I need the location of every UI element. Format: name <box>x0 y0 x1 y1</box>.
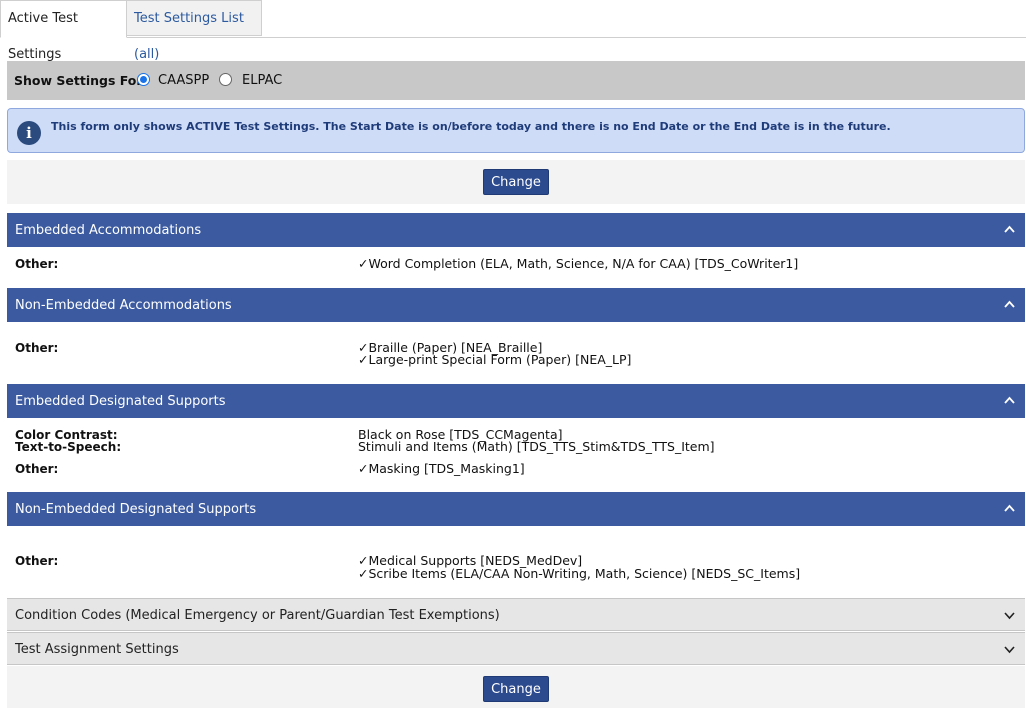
show-settings-label: Show Settings For: <box>14 73 148 88</box>
chevron-down-icon <box>1004 646 1015 654</box>
chevron-up-icon <box>1004 504 1015 512</box>
section-title: Non-Embedded Accommodations <box>15 298 232 313</box>
chevron-down-icon <box>1004 612 1015 620</box>
change-button-bottom[interactable]: Change <box>483 676 549 702</box>
chevron-up-icon <box>1004 396 1015 404</box>
row-label-other: Other: <box>15 341 59 355</box>
radio-elpac-label[interactable]: ELPAC <box>242 73 282 88</box>
chevron-up-icon <box>1004 225 1015 233</box>
row-label-other: Other: <box>15 257 59 271</box>
info-banner: i This form only shows ACTIVE Test Setti… <box>7 108 1025 153</box>
info-message: This form only shows ACTIVE Test Setting… <box>51 120 891 133</box>
info-icon: i <box>17 121 41 145</box>
change-button-top[interactable]: Change <box>483 169 549 195</box>
row-value: ✓Masking [TDS_Masking1] <box>358 461 525 476</box>
chevron-up-icon <box>1004 300 1015 308</box>
change-button-row-bottom: Change <box>7 666 1025 708</box>
radio-elpac[interactable] <box>219 73 232 86</box>
tab-active-test-settings[interactable]: Active Test Settings <box>0 0 127 62</box>
section-title: Condition Codes (Medical Emergency or Pa… <box>15 608 500 623</box>
section-title: Embedded Accommodations <box>15 223 202 238</box>
section-title: Non-Embedded Designated Supports <box>15 502 257 517</box>
section-header-test-assignment-settings[interactable]: Test Assignment Settings <box>7 632 1025 665</box>
row-label-other: Other: <box>15 554 59 568</box>
section-title: Test Assignment Settings <box>15 642 179 657</box>
row-value: ✓Large-print Special Form (Paper) [NEA_L… <box>358 352 632 367</box>
tab-test-settings-list[interactable]: Test Settings List (all) <box>127 0 262 62</box>
radio-caaspp[interactable] <box>137 73 150 86</box>
section-header-non-embedded-designated-supports[interactable]: Non-Embedded Designated Supports <box>7 492 1025 526</box>
row-value: ✓Scribe Items (ELA/CAA Non-Writing, Math… <box>358 566 801 581</box>
section-header-embedded-designated-supports[interactable]: Embedded Designated Supports <box>7 384 1025 418</box>
section-header-embedded-accommodations[interactable]: Embedded Accommodations <box>7 213 1025 247</box>
show-settings-bar: Show Settings For: CAASPP ELPAC <box>7 61 1025 100</box>
radio-caaspp-label[interactable]: CAASPP <box>158 73 209 88</box>
row-label-other: Other: <box>15 462 59 476</box>
row-label-text-to-speech: Text-to-Speech: <box>15 440 122 454</box>
section-header-non-embedded-accommodations[interactable]: Non-Embedded Accommodations <box>7 288 1025 322</box>
row-value: Stimuli and Items (Math) [TDS_TTS_Stim&T… <box>358 439 715 454</box>
section-header-condition-codes[interactable]: Condition Codes (Medical Emergency or Pa… <box>7 598 1025 631</box>
change-button-row-top: Change <box>7 160 1025 204</box>
section-title: Embedded Designated Supports <box>15 394 226 409</box>
row-value: ✓Word Completion (ELA, Math, Science, N/… <box>358 256 799 271</box>
tab-bar: Active Test Settings Test Settings List … <box>0 0 1026 62</box>
